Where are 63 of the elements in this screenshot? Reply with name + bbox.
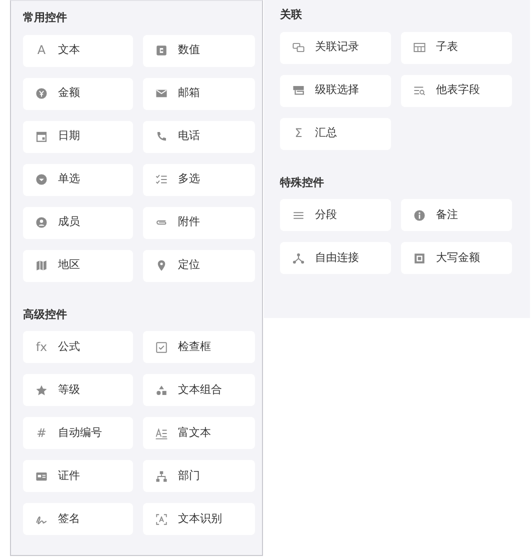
field-type-button[interactable]: 地区 [23, 250, 133, 282]
info-icon [413, 208, 426, 222]
field-type-button[interactable]: 自由连接 [280, 242, 391, 274]
rich-text-icon [155, 426, 168, 440]
field-type-button[interactable]: 文本识别 [143, 503, 255, 535]
field-type-button[interactable]: 附件 [143, 206, 255, 238]
hash-icon: # [35, 426, 48, 440]
field-type-button[interactable]: 备注 [401, 199, 512, 231]
section-title: 关联 [280, 7, 303, 23]
section-title: 高级控件 [23, 306, 68, 322]
radio-icon [35, 173, 48, 186]
pin-icon [155, 259, 168, 272]
user-icon [35, 216, 48, 229]
framed-square-icon [413, 252, 426, 264]
cascade-icon [292, 84, 305, 97]
field-type-button[interactable]: 检查框 [143, 331, 255, 363]
field-type-button[interactable]: 部门 [143, 460, 255, 492]
table-icon [413, 41, 426, 54]
sigma-icon: Σ [292, 127, 305, 140]
field-type-button[interactable]: 邮箱 [143, 78, 255, 110]
field-type-button[interactable]: 多选 [143, 164, 255, 196]
nodes-icon [292, 252, 305, 264]
field-type-button[interactable]: 富文本 [143, 417, 255, 449]
field-type-button[interactable]: 子表 [401, 32, 512, 64]
field-type-button[interactable]: 文本组合 [143, 374, 255, 406]
field-type-button[interactable]: 级联选择 [280, 74, 391, 106]
checkbox-icon [155, 340, 168, 354]
calendar-icon [35, 130, 48, 143]
field-type-button[interactable]: 电话 [143, 120, 255, 152]
coin-icon [35, 87, 48, 100]
field-type-button[interactable]: 分段 [280, 199, 391, 231]
field-type-button[interactable]: 金额 [23, 78, 133, 110]
list-search-icon [413, 84, 426, 97]
envelope-icon [155, 87, 168, 100]
field-type-button[interactable]: 单选 [23, 164, 133, 196]
linked-cards-icon [292, 41, 305, 54]
field-type-button[interactable]: 他表字段 [401, 74, 512, 106]
map-icon [35, 259, 48, 272]
field-type-button[interactable]: 关联记录 [280, 32, 391, 64]
field-type-button[interactable]: 日期 [23, 120, 133, 152]
field-type-button[interactable]: 等级 [23, 374, 133, 406]
field-type-button[interactable]: 数值 [143, 34, 255, 66]
org-chart-icon [155, 470, 168, 482]
field-type-button[interactable]: 成员 [23, 206, 133, 238]
phone-icon [155, 130, 168, 143]
scan-icon [155, 512, 168, 526]
letter-icon: A [35, 44, 48, 57]
field-type-button[interactable]: 大写金额 [401, 242, 512, 274]
section-title: 常用控件 [23, 10, 68, 26]
star-icon [35, 384, 48, 396]
field-type-button[interactable]: 定位 [143, 250, 255, 282]
field-type-button[interactable]: fx 公式 [23, 331, 133, 363]
checklist-icon [155, 173, 168, 186]
field-type-button[interactable]: 签名 [23, 503, 133, 535]
formula-icon: fx [35, 340, 48, 354]
field-type-button[interactable]: A 文本 [23, 34, 133, 66]
shapes-icon [155, 384, 168, 396]
section-title: 特殊控件 [280, 174, 325, 190]
number-icon [155, 44, 168, 57]
id-card-icon [35, 470, 48, 482]
field-type-button[interactable]: Σ 汇总 [280, 118, 391, 150]
field-type-button[interactable]: 证件 [23, 460, 133, 492]
field-type-button[interactable]: # 自动编号 [23, 417, 133, 449]
